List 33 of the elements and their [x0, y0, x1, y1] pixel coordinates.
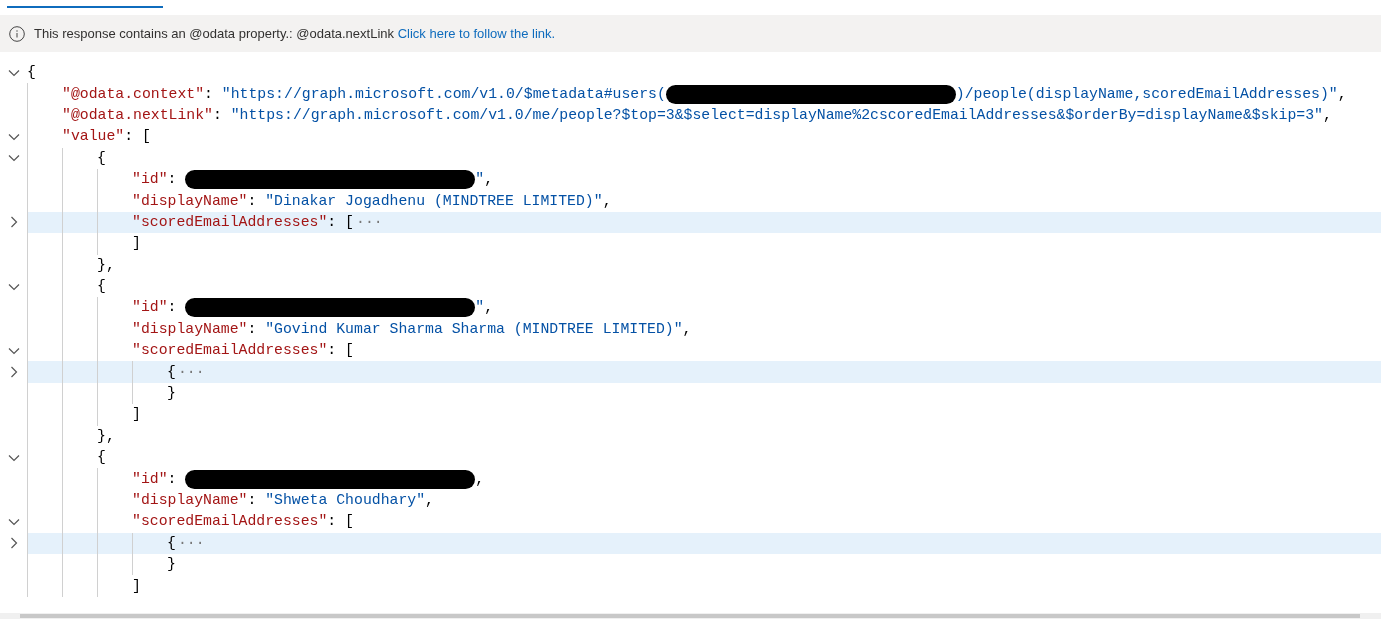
code-text: { [27, 63, 36, 83]
code-text: "scoredEmailAddresses": [ [132, 341, 354, 361]
code-text: ] [132, 405, 141, 425]
code-text: "id": [132, 170, 178, 190]
code-text: } [167, 555, 176, 575]
horizontal-scrollbar[interactable] [0, 613, 1381, 619]
code-text: "@odata.nextLink": "https://graph.microsoft.com/v1.0/me/people?$top=3&$select=displayName%2cscoredEmailAddresses&$orderBy=displayName&$skip=3", [62, 105, 1332, 125]
code-text: )/people(displayName,scoredEmailAddresses)", [955, 84, 1347, 104]
code-text: "scoredEmailAddresses": [··· [132, 212, 383, 232]
info-icon [9, 25, 25, 42]
code-text: {··· [167, 533, 205, 553]
info-message: This response contains an @odata property.: @odata.nextLink Click here to follow the link. [34, 24, 556, 43]
code-text: ", [475, 298, 494, 318]
code-text: "value": [ [62, 127, 151, 147]
code-text: ", [475, 170, 494, 190]
code-text: }, [97, 426, 115, 446]
code-text: , [475, 469, 485, 489]
code-text: "displayName": "Govind Kumar Sharma Sharma (MINDTREE LIMITED)", [132, 319, 692, 339]
code-text: { [97, 448, 106, 468]
code-text: { [97, 277, 106, 297]
code-text: ] [132, 576, 141, 596]
code-text: } [167, 384, 176, 404]
code-text: ] [132, 234, 141, 254]
code-text: { [97, 148, 106, 168]
code-text: "displayName": "Shweta Choudhary", [132, 491, 434, 510]
code-text: "@odata.context": "https://graph.microsoft.com/v1.0/$metadata#users( [62, 84, 666, 104]
code-text: }, [97, 255, 115, 275]
code-text: "id": [132, 298, 178, 318]
follow-link[interactable]: Click here to follow the link. [397, 25, 556, 41]
code-text: {··· [167, 362, 205, 382]
code-text: "id": [132, 469, 178, 489]
code-text: "displayName": "Dinakar Jogadhenu (MINDTREE LIMITED)", [132, 191, 612, 211]
code-text: "scoredEmailAddresses": [ [132, 512, 354, 532]
